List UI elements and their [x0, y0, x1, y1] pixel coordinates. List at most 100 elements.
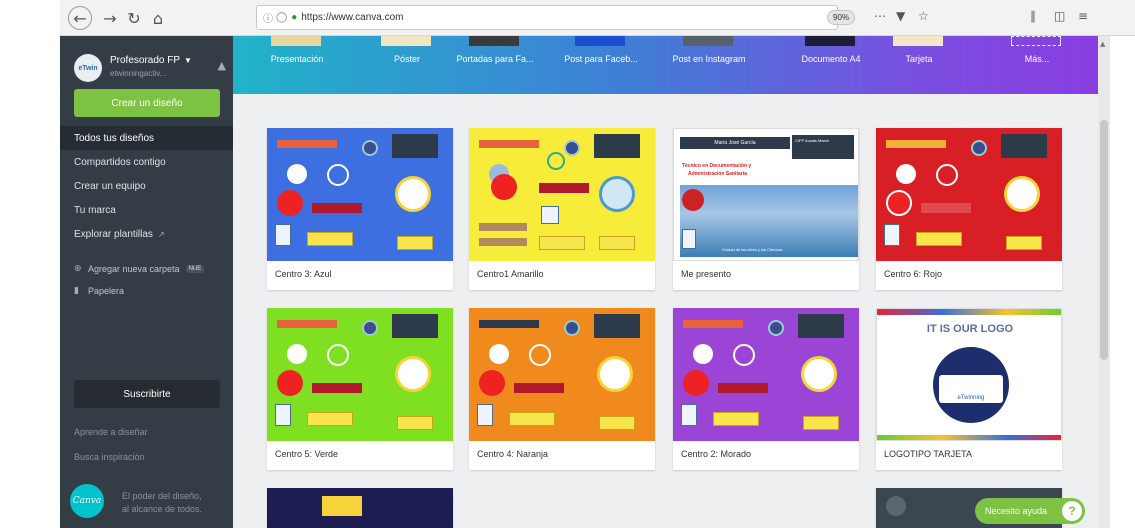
thumb-banner	[886, 140, 946, 148]
thumb-circle	[287, 344, 307, 364]
thumb-place: Ciudad de las Artes y las Ciencias	[722, 247, 783, 252]
reload-icon[interactable]: ↻	[122, 6, 146, 30]
canva-page: ← → ↻ ⌂ ⓘ ◯ ● https://www.canva.com 90% …	[0, 0, 1135, 528]
menu-icon[interactable]: ≡	[1078, 9, 1088, 23]
thumb-ribbon	[514, 383, 564, 393]
forward-arrow-icon[interactable]: →	[98, 6, 122, 30]
scrollbar-thumb[interactable]	[1100, 120, 1108, 360]
thumb-doc	[275, 404, 291, 426]
design-type-instagram-post[interactable]: Post en Instagram	[663, 36, 755, 94]
thumb-ribbon	[312, 203, 362, 213]
design-card[interactable]: IT IS OUR LOGO eTwinning LOGOTIPO TARJET…	[876, 308, 1062, 470]
create-design-button[interactable]: Crear un diseño	[74, 89, 220, 117]
design-card[interactable]: Centro 5: Verde	[267, 308, 453, 470]
design-card[interactable]: Centro 6: Rojo	[876, 128, 1062, 290]
thumb-circle	[896, 164, 916, 184]
zoom-level[interactable]: 90%	[827, 10, 856, 25]
help-button[interactable]: Necesito ayuda ?	[975, 498, 1085, 524]
plus-circle-icon: ⊕	[74, 264, 82, 274]
pocket-icon[interactable]: ▼	[896, 9, 905, 23]
shield-icon: ◯	[276, 12, 288, 23]
thumb-circle	[564, 320, 580, 336]
sidebar-icon[interactable]: ◫	[1054, 9, 1065, 23]
thumb-circle	[693, 344, 713, 364]
design-title: Centro 4: Naranja	[477, 449, 549, 459]
subscribe-button[interactable]: Suscribirte	[74, 380, 220, 408]
thumb-circle	[936, 164, 958, 186]
right-margin	[1110, 36, 1135, 528]
thumb-circle	[682, 189, 704, 211]
back-arrow-icon[interactable]: ←	[68, 6, 92, 30]
thumb-label	[307, 412, 353, 426]
sidebar-item-create-team[interactable]: Crear un equipo	[60, 174, 233, 198]
bell-icon[interactable]: ▲	[218, 59, 226, 72]
design-type-card[interactable]: Tarjeta	[873, 36, 965, 94]
design-type-strip: Presentación Póster Portadas para Fa... …	[233, 36, 1098, 94]
type-label: Portadas para Fa...	[456, 54, 534, 64]
type-thumb	[805, 36, 855, 46]
thumb-circle	[327, 344, 349, 366]
heart-icon	[277, 190, 303, 216]
design-card[interactable]: María José García CIFP Ausiàs March Técn…	[673, 128, 859, 290]
design-card[interactable]	[267, 488, 453, 528]
thumb-doc	[275, 224, 291, 246]
bookmark-star-icon[interactable]: ☆	[918, 9, 929, 23]
learn-link[interactable]: Aprende a diseñar	[74, 427, 148, 437]
type-thumb	[469, 36, 519, 46]
trash-item[interactable]: ▮ Papelera	[60, 280, 233, 302]
thumb-label	[509, 412, 555, 426]
thumb-banner	[479, 238, 527, 246]
sidebar-item-templates[interactable]: Explorar plantillas ↗	[60, 222, 233, 246]
trash-label: Papelera	[88, 286, 125, 296]
home-icon[interactable]: ⌂	[146, 6, 170, 30]
design-card[interactable]: Centro 2: Morado	[673, 308, 859, 470]
add-folder-label: Agregar nueva carpeta	[88, 264, 180, 274]
design-card[interactable]: Centro1 Amarillo	[469, 128, 655, 290]
inspiration-link[interactable]: Busca inspiración	[74, 452, 145, 462]
thumb-doc	[477, 404, 493, 426]
thumb-box: CIFP Ausiàs March	[792, 135, 854, 159]
sidebar-item-brand[interactable]: Tu marca	[60, 198, 233, 222]
thumb-label	[599, 236, 635, 250]
design-card[interactable]: Centro 3: Azul	[267, 128, 453, 290]
thumb-doc	[682, 229, 696, 249]
thumb-circle	[327, 164, 349, 186]
design-thumbnail	[876, 128, 1062, 261]
design-type-a4[interactable]: Documento A4	[785, 36, 877, 94]
thumb-circle	[529, 344, 551, 366]
profile-name-row: Profesorado FP ▼	[110, 55, 192, 66]
thumb-line-1: Técnico en Documentación y	[682, 163, 752, 169]
design-type-presentation[interactable]: Presentación	[251, 36, 343, 94]
add-folder-item[interactable]: ⊕ Agregar nueva carpeta NUE	[60, 258, 233, 280]
sidebar-item-label: Explorar plantillas	[74, 228, 153, 240]
thumb-ribbon	[539, 183, 589, 193]
thumb-ribbon	[921, 203, 971, 213]
thumb-circle	[547, 152, 565, 170]
design-card[interactable]: Centro 4: Naranja	[469, 308, 655, 470]
caret-down-icon: ▼	[184, 56, 192, 65]
heart-icon	[683, 370, 709, 396]
thumb-label	[713, 412, 759, 426]
thumb-block	[322, 496, 362, 516]
thumb-box	[798, 314, 844, 338]
profile[interactable]: eTwin Profesorado FP ▼ etwinningactiv... …	[70, 50, 230, 86]
design-thumbnail	[469, 308, 655, 441]
url-bar[interactable]: ⓘ ◯ ● https://www.canva.com	[256, 5, 838, 30]
sidebar-item-shared[interactable]: Compartidos contigo	[60, 150, 233, 174]
scroll-up-arrow-icon[interactable]: ▲	[1100, 40, 1105, 48]
design-type-poster[interactable]: Póster	[361, 36, 453, 94]
sidebar-item-label: Tu marca	[74, 204, 116, 216]
type-thumb	[271, 36, 321, 46]
library-icon[interactable]: ∥	[1030, 9, 1036, 23]
sidebar-item-all-designs[interactable]: Todos tus diseños	[60, 126, 242, 150]
thumb-name-banner: María José García	[680, 137, 790, 149]
more-icon[interactable]: ⋯	[874, 9, 886, 23]
type-label: Más...	[1024, 54, 1050, 64]
design-title: Centro 5: Verde	[275, 449, 339, 459]
design-type-facebook-cover[interactable]: Portadas para Fa...	[449, 36, 541, 94]
sidebar-item-label: Todos tus diseños	[74, 132, 155, 144]
design-type-more[interactable]: Más...	[991, 36, 1083, 94]
design-type-facebook-post[interactable]: Post para Faceb...	[555, 36, 647, 94]
thumb-line-2: Administración Sanitaria	[688, 171, 747, 177]
thumb-banner	[277, 320, 337, 328]
